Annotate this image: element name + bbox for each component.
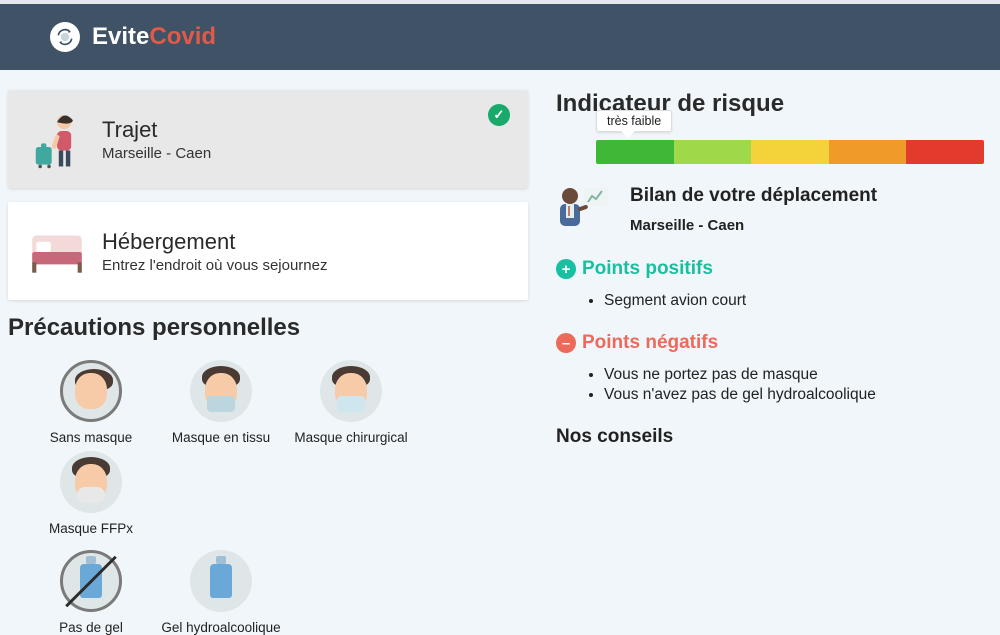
brand-logo-icon bbox=[50, 22, 80, 52]
card-lodging-subtitle: Entrez l'endroit où vous sejournez bbox=[102, 257, 328, 274]
mask-option-ffp[interactable]: Masque FFPx bbox=[26, 451, 156, 536]
presenter-icon bbox=[556, 184, 612, 234]
risk-level-tooltip: très faible bbox=[596, 110, 672, 132]
minus-circle-icon: – bbox=[556, 333, 576, 353]
list-item: Segment avion court bbox=[604, 292, 984, 310]
bilan-block: Bilan de votre déplacement Marseille - C… bbox=[556, 184, 984, 234]
plus-circle-icon: + bbox=[556, 259, 576, 279]
face-cloth-mask-icon bbox=[190, 360, 252, 422]
card-lodging-title: Hébergement bbox=[102, 229, 328, 255]
gel-option-none[interactable]: Pas de gel bbox=[26, 550, 156, 635]
risk-seg-4 bbox=[829, 140, 907, 164]
precautions-heading: Précautions personnelles bbox=[8, 314, 528, 342]
mask-option-label: Masque chirurgical bbox=[294, 430, 407, 445]
bilan-title: Bilan de votre déplacement bbox=[630, 185, 877, 207]
list-item: Vous n'avez pas de gel hydroalcoolique bbox=[604, 386, 984, 404]
mask-option-surgical[interactable]: Masque chirurgical bbox=[286, 360, 416, 445]
risk-bar bbox=[596, 140, 984, 164]
card-trip-subtitle: Marseille - Caen bbox=[102, 145, 211, 162]
mask-option-cloth[interactable]: Masque en tissu bbox=[156, 360, 286, 445]
face-surgical-mask-icon bbox=[320, 360, 382, 422]
bilan-route: Marseille - Caen bbox=[630, 217, 877, 234]
risk-seg-1 bbox=[596, 140, 674, 164]
positives-header: + Points positifs bbox=[556, 258, 984, 280]
topbar: EviteCovid bbox=[0, 0, 1000, 70]
list-item: Vous ne portez pas de masque bbox=[604, 366, 984, 384]
gel-option-label: Pas de gel bbox=[59, 620, 123, 635]
brand-part2: Covid bbox=[149, 23, 216, 50]
risk-indicator: très faible bbox=[556, 140, 984, 164]
mask-options: Sans masque Masque en tissu Masque chiru… bbox=[8, 360, 528, 536]
card-trip[interactable]: Trajet Marseille - Caen ✓ bbox=[8, 90, 528, 188]
gel-options: Pas de gel Gel hydroalcoolique bbox=[8, 550, 528, 635]
gel-option-yes[interactable]: Gel hydroalcoolique bbox=[156, 550, 286, 635]
gel-icon bbox=[190, 550, 252, 612]
check-circle-icon: ✓ bbox=[488, 104, 510, 126]
risk-seg-3 bbox=[751, 140, 829, 164]
negatives-list: Vous ne portez pas de masque Vous n'avez… bbox=[556, 366, 984, 404]
brand-part1: Evite bbox=[92, 23, 149, 50]
mask-option-none[interactable]: Sans masque bbox=[26, 360, 156, 445]
advice-heading: Nos conseils bbox=[556, 426, 984, 448]
risk-seg-2 bbox=[674, 140, 752, 164]
face-no-mask-icon bbox=[60, 360, 122, 422]
positives-list: Segment avion court bbox=[556, 292, 984, 310]
brand-title: EviteCovid bbox=[92, 23, 216, 51]
gel-option-label: Gel hydroalcoolique bbox=[161, 620, 280, 635]
bed-icon bbox=[26, 220, 88, 282]
mask-option-label: Masque en tissu bbox=[172, 430, 270, 445]
card-trip-title: Trajet bbox=[102, 117, 211, 143]
card-lodging[interactable]: Hébergement Entrez l'endroit où vous sej… bbox=[8, 202, 528, 300]
negatives-heading: Points négatifs bbox=[582, 332, 718, 354]
no-gel-icon bbox=[60, 550, 122, 612]
positives-heading: Points positifs bbox=[582, 258, 713, 280]
negatives-header: – Points négatifs bbox=[556, 332, 984, 354]
mask-option-label: Masque FFPx bbox=[49, 521, 133, 536]
traveler-icon bbox=[26, 108, 88, 170]
face-ffp-mask-icon bbox=[60, 451, 122, 513]
risk-seg-5 bbox=[906, 140, 984, 164]
mask-option-label: Sans masque bbox=[50, 430, 133, 445]
